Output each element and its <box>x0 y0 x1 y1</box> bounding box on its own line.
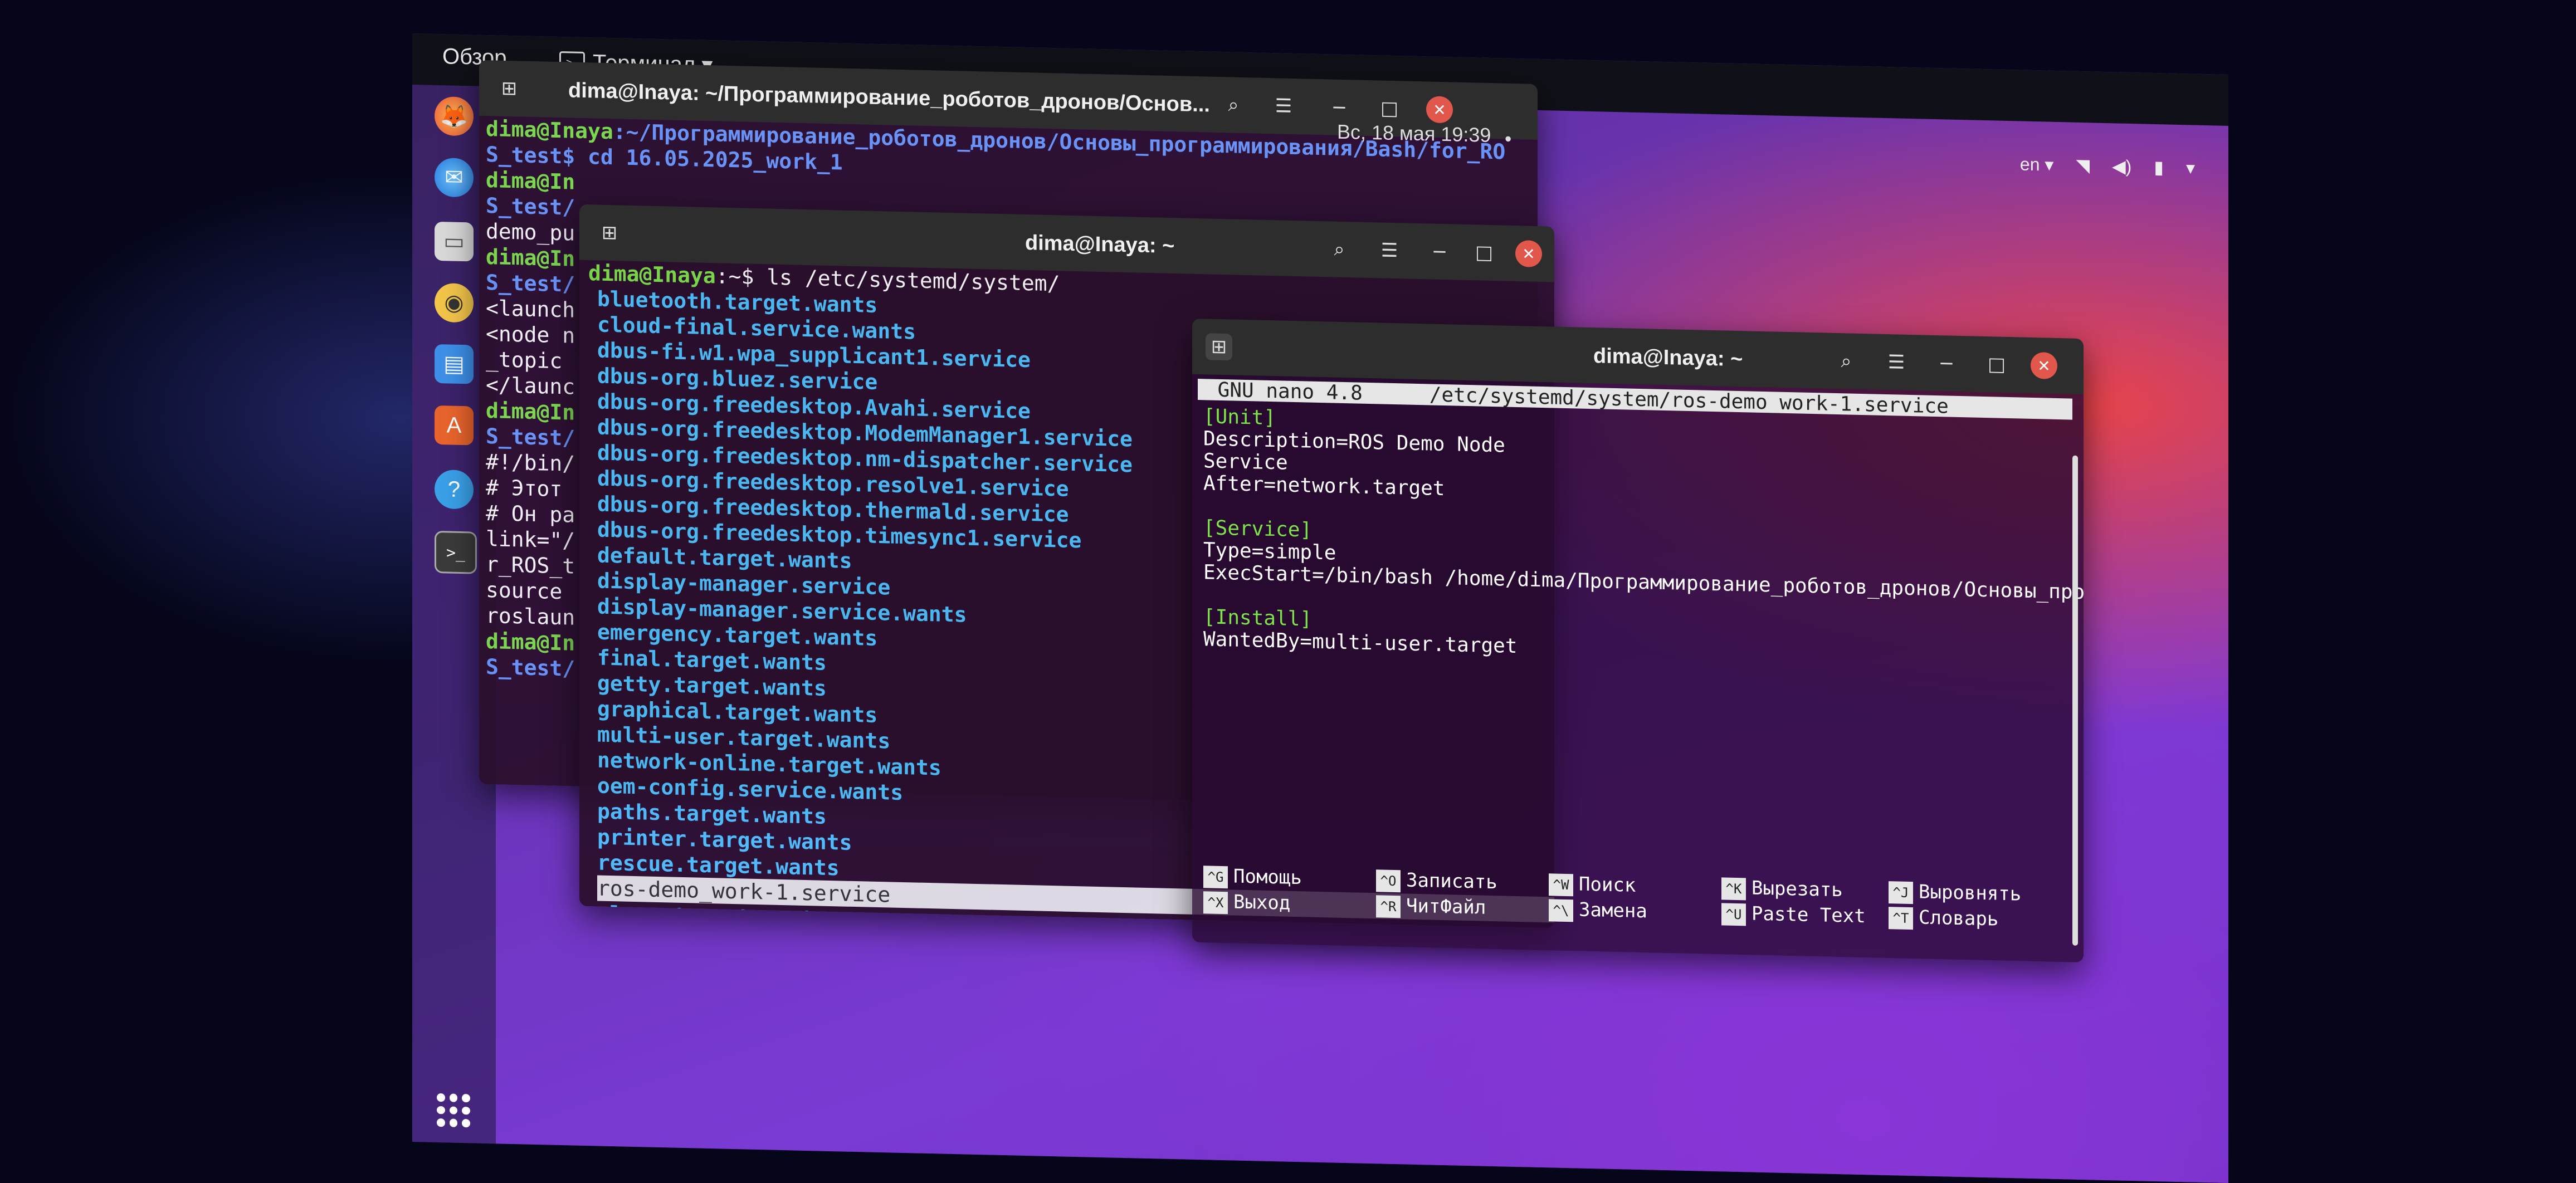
nano-shortcut-key: ^K <box>1721 877 1746 900</box>
search-icon[interactable]: ⌕ <box>1326 236 1353 263</box>
terminal-text: S_test/ <box>486 423 575 451</box>
scrollbar[interactable] <box>2072 455 2078 946</box>
minimize-icon[interactable]: − <box>1326 94 1353 121</box>
show-applications-icon[interactable] <box>437 1093 470 1128</box>
nano-shortcut-label: Записать <box>1406 869 1497 894</box>
terminal-text: S_test/ <box>486 270 575 297</box>
minimize-icon[interactable]: − <box>1426 238 1453 265</box>
nano-shortcut: ^T Словарь <box>1889 906 1998 931</box>
new-tab-icon[interactable]: ⊞ <box>496 75 523 102</box>
nano-shortcut-key: ^T <box>1889 906 1913 930</box>
nano-shortcut-label: Поиск <box>1579 873 1636 897</box>
system-tray[interactable]: en ▾ ◥ ◀) ▮ ▾ <box>2020 153 2195 178</box>
terminal-text: # Этот <box>486 475 563 502</box>
firefox-icon[interactable]: 🦊 <box>435 96 474 136</box>
terminal-text: source <box>486 577 563 604</box>
battery-icon[interactable]: ▮ <box>2154 157 2164 178</box>
prompt-user: dima@In <box>486 244 575 271</box>
prompt-user: dima@In <box>486 167 575 194</box>
nano-shortcut-label: Paste Text <box>1752 902 1866 928</box>
close-icon[interactable]: ✕ <box>1426 96 1453 124</box>
nano-shortcut-key: ^U <box>1721 902 1746 926</box>
clock[interactable]: Вс, 18 мая 19:39 ● <box>1337 120 1512 148</box>
terminal-text: <node n <box>486 321 575 348</box>
menu-icon[interactable]: ☰ <box>1376 237 1403 264</box>
terminal-text: roslaun <box>486 603 575 630</box>
nano-shortcut-label: ЧитФайл <box>1406 894 1486 919</box>
help-icon[interactable]: ? <box>435 469 474 510</box>
maximize-icon[interactable]: □ <box>1471 239 1497 266</box>
nano-shortcut-label: Помощь <box>1233 865 1302 889</box>
wifi-icon[interactable]: ◥ <box>2076 155 2090 177</box>
nano-shortcut-label: Замена <box>1579 898 1647 923</box>
minimize-icon[interactable]: − <box>1933 350 1960 377</box>
nano-shortcut: ^\ Замена <box>1549 898 1647 923</box>
nano-shortcut: ^W Поиск <box>1549 872 1636 897</box>
terminal-text: r_ROS_t <box>486 551 575 579</box>
terminal-text: <launch <box>486 295 575 322</box>
nano-shortcut-key: ^G <box>1203 865 1228 888</box>
window-title-mid: dima@Inaya: ~ <box>1025 231 1175 258</box>
close-icon[interactable]: ✕ <box>1515 239 1542 268</box>
nano-shortcut-key: ^O <box>1376 869 1401 892</box>
menu-icon[interactable]: ☰ <box>1270 92 1297 120</box>
nano-shortcut-key: ^X <box>1203 891 1228 914</box>
terminal-text: S_test/ <box>486 193 575 220</box>
maximize-icon[interactable]: □ <box>1983 351 2010 378</box>
terminal-text: #!/bin/ <box>486 449 575 476</box>
search-icon[interactable]: ⌕ <box>1833 348 1860 375</box>
volume-icon[interactable]: ◀) <box>2112 155 2131 177</box>
window-title-back: dima@Inaya: ~/Программирование_роботов_д… <box>568 79 1210 117</box>
rhythmbox-icon[interactable]: ◉ <box>435 282 474 323</box>
thunderbird-icon[interactable]: ✉ <box>435 157 474 198</box>
nano-shortcut-label: Выровнять <box>1919 881 2022 906</box>
writer-icon[interactable]: ▤ <box>435 344 474 384</box>
new-tab-icon[interactable]: ⊞ <box>596 219 623 246</box>
software-center-icon[interactable]: A <box>435 405 474 446</box>
terminal-text: # Он ра <box>486 500 575 527</box>
close-icon[interactable]: ✕ <box>2031 351 2057 380</box>
nano-window[interactable]: ⊞ dima@Inaya: ~ ⌕ ☰ − □ ✕ GNU nano 4.8/e… <box>1192 318 2084 963</box>
terminal-dock-icon[interactable]: >_ <box>435 530 477 574</box>
nano-shortcut-key: ^W <box>1549 873 1573 896</box>
terminal-text: _topic <box>486 346 563 374</box>
nano-shortcut-label: Вырезать <box>1752 877 1843 902</box>
nano-shortcut-key: ^J <box>1889 881 1913 904</box>
nano-editor[interactable]: GNU nano 4.8/etc/systemd/system/ros-demo… <box>1192 374 2084 963</box>
nano-shortcut: ^K Вырезать <box>1721 876 1843 902</box>
nano-shortcut: ^U Paste Text <box>1721 902 1866 928</box>
new-tab-icon[interactable]: ⊞ <box>1206 333 1232 361</box>
system-menu-chevron-icon[interactable]: ▾ <box>2186 157 2195 178</box>
search-icon[interactable]: ⌕ <box>1220 91 1247 119</box>
clock-dot: ● <box>1504 131 1512 145</box>
terminal-text: </launc <box>486 372 575 399</box>
nano-shortcut: ^G Помощь <box>1203 864 1302 890</box>
nano-shortcut-label: Выход <box>1233 891 1291 915</box>
nano-shortcut-bar: ^G Помощь ^X Выход ^O Записать ^R ЧитФайл ^W Поис… <box>1192 864 2084 940</box>
maximize-icon[interactable]: □ <box>1376 95 1403 122</box>
nano-shortcut: ^R ЧитФайл <box>1376 894 1486 920</box>
files-icon[interactable]: ▭ <box>435 221 474 262</box>
terminal-text: demo_pu <box>486 218 575 246</box>
nano-shortcut-key: ^\ <box>1549 898 1573 922</box>
language-indicator[interactable]: en ▾ <box>2020 153 2054 175</box>
menu-icon[interactable]: ☰ <box>1883 349 1910 376</box>
terminal-text: link="/ <box>486 526 575 553</box>
nano-shortcut: ^J Выровнять <box>1889 880 2021 906</box>
window-title-nano: dima@Inaya: ~ <box>1593 344 1743 371</box>
terminal-text: S_test/ <box>486 654 575 681</box>
clock-text: Вс, 18 мая 19:39 <box>1337 120 1491 146</box>
nano-shortcut: ^X Выход <box>1203 890 1290 915</box>
prompt-user: dima@Inaya <box>486 116 613 144</box>
prompt-user: dima@In <box>486 628 575 656</box>
nano-shortcut-key: ^R <box>1376 894 1401 918</box>
desktop-screen: Обзор >_ Терминал ▾ 🦊 ✉ ▭ ◉ ▤ A ? >_ ⊞ d… <box>412 33 2228 1183</box>
nano-shortcut: ^O Записать <box>1376 868 1497 894</box>
nano-shortcut-label: Словарь <box>1919 906 1999 931</box>
prompt-user: dima@In <box>486 398 575 425</box>
